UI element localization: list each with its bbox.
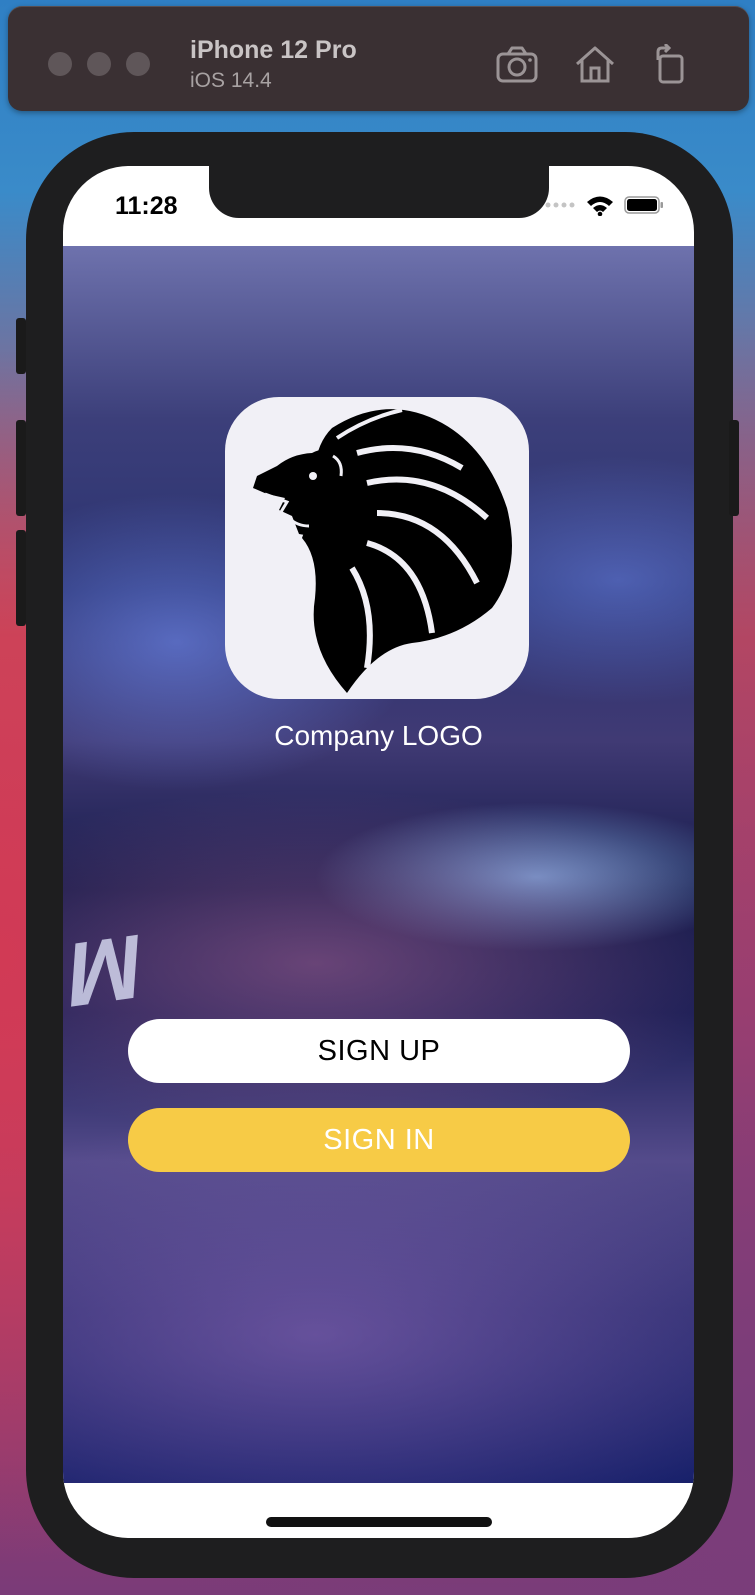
sign-in-button[interactable]: SIGN IN: [128, 1108, 630, 1172]
close-window-button[interactable]: [48, 52, 72, 76]
zoom-window-button[interactable]: [126, 52, 150, 76]
device-name: iPhone 12 Pro: [190, 36, 357, 64]
mute-switch: [16, 318, 26, 374]
power-button: [729, 420, 739, 516]
home-icon[interactable]: [573, 44, 617, 84]
rotate-icon[interactable]: [648, 44, 692, 84]
simulator-title-bar: iPhone 12 Pro iOS 14.4: [8, 6, 749, 111]
background-image: M Company LOGO SIGN UP SIGN IN: [63, 246, 694, 1483]
minimize-window-button[interactable]: [87, 52, 111, 76]
os-version: iOS 14.4: [190, 69, 272, 92]
sign-in-label: SIGN IN: [323, 1123, 435, 1156]
wifi-icon: [587, 196, 613, 216]
home-indicator[interactable]: [266, 1517, 492, 1527]
phone-screen: 11:28 M Company LOGO SIGN UP SIGN IN: [63, 166, 694, 1538]
volume-down-button: [16, 530, 26, 626]
status-icons: [544, 194, 664, 216]
keyboard-key-m: M: [63, 913, 146, 1027]
company-logo: [225, 397, 529, 699]
volume-up-button: [16, 420, 26, 516]
sign-up-label: SIGN UP: [317, 1034, 441, 1067]
cellular-icon: [545, 202, 575, 208]
lion-logo-icon: [253, 408, 512, 693]
screenshot-icon[interactable]: [495, 44, 539, 84]
battery-icon: [624, 196, 663, 214]
status-time: 11:28: [115, 192, 178, 220]
sign-up-button[interactable]: SIGN UP: [128, 1019, 630, 1083]
notch: [209, 166, 549, 218]
company-logo-label: Company LOGO: [274, 720, 483, 751]
